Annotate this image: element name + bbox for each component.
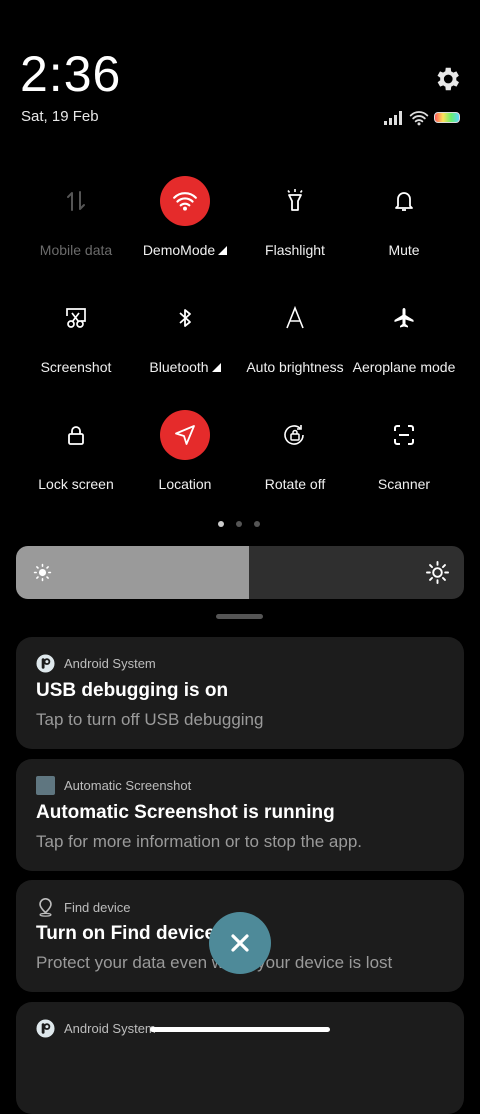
notification-card[interactable]: Android System USB debugging is on Tap t… bbox=[16, 637, 464, 749]
signal-icon bbox=[384, 111, 402, 125]
tile-label: Rotate off bbox=[240, 476, 350, 492]
notification-card[interactable]: Android System bbox=[16, 1002, 464, 1114]
tile-label: Location bbox=[130, 476, 240, 492]
tile-flashlight[interactable]: Flashlight bbox=[240, 176, 350, 258]
tile-label-text: Lock screen bbox=[38, 476, 114, 492]
tile-label: Screenshot bbox=[21, 359, 131, 375]
notification-app-row: Android System bbox=[36, 654, 156, 673]
settings-gear-icon[interactable] bbox=[432, 64, 462, 94]
tile-label-text: Screenshot bbox=[40, 359, 112, 375]
tile-label-text: Scanner bbox=[377, 476, 431, 492]
notification-title: Automatic Screenshot is running bbox=[36, 802, 335, 823]
rotate-lock-icon bbox=[270, 410, 320, 460]
automatic-screenshot-icon bbox=[36, 776, 55, 795]
tile-label: Auto brightness bbox=[240, 359, 350, 375]
notification-body: Tap for more information or to stop the … bbox=[36, 832, 363, 851]
tile-label: Mute bbox=[349, 242, 459, 258]
tile-label-text: Bluetooth bbox=[149, 359, 209, 375]
tile-label: Lock screen bbox=[21, 476, 131, 492]
notification-title: Turn on Find device bbox=[36, 923, 216, 944]
tile-label: Aeroplane mode bbox=[349, 359, 459, 375]
tile-label: Mobile data bbox=[21, 242, 131, 258]
screenshot-icon bbox=[51, 293, 101, 343]
tile-label-text: Auto brightness bbox=[246, 359, 344, 375]
auto-brightness-icon bbox=[270, 293, 320, 343]
tile-label: Flashlight bbox=[240, 242, 350, 258]
tile-demomode[interactable]: DemoMode bbox=[130, 176, 240, 258]
mobile-data-icon bbox=[51, 176, 101, 226]
bell-icon bbox=[379, 176, 429, 226]
tile-mute[interactable]: Mute bbox=[349, 176, 459, 258]
tile-label: DemoMode bbox=[130, 242, 240, 258]
notification-app-row: Automatic Screenshot bbox=[36, 776, 191, 795]
clock[interactable]: 2:36 bbox=[20, 46, 121, 102]
tile-mobile-data[interactable]: Mobile data bbox=[21, 176, 131, 258]
notification-app-name: Automatic Screenshot bbox=[64, 778, 192, 793]
location-icon bbox=[160, 410, 210, 460]
airplane-icon bbox=[379, 293, 429, 343]
close-icon bbox=[231, 934, 249, 952]
tile-label-text: Rotate off bbox=[264, 476, 326, 492]
tile-screenshot[interactable]: Screenshot bbox=[21, 293, 131, 375]
brightness-high-icon bbox=[426, 561, 449, 584]
android-system-icon bbox=[36, 654, 55, 673]
tile-label-text: Flashlight bbox=[265, 242, 325, 258]
home-indicator[interactable] bbox=[150, 1027, 330, 1032]
bluetooth-icon bbox=[160, 293, 210, 343]
drag-handle[interactable] bbox=[216, 614, 263, 619]
tile-scanner[interactable]: Scanner bbox=[349, 410, 459, 492]
brightness-slider[interactable] bbox=[16, 546, 464, 599]
tile-bluetooth[interactable]: Bluetooth bbox=[130, 293, 240, 375]
tile-label-text: DemoMode bbox=[142, 242, 216, 258]
tile-aeroplane-mode[interactable]: Aeroplane mode bbox=[349, 293, 459, 375]
notification-body: Tap to turn off USB debugging bbox=[36, 710, 264, 729]
expand-arrow-icon bbox=[218, 246, 228, 255]
page-dot bbox=[254, 521, 260, 527]
find-device-icon bbox=[39, 897, 52, 917]
tile-label-text: Mute bbox=[388, 242, 420, 258]
android-system-icon bbox=[36, 1019, 55, 1038]
page-dot bbox=[218, 521, 224, 527]
tile-label: Scanner bbox=[349, 476, 459, 492]
tile-location[interactable]: Location bbox=[130, 410, 240, 492]
battery-icon bbox=[434, 112, 460, 123]
clear-all-button[interactable] bbox=[209, 912, 271, 974]
wifi-icon bbox=[160, 176, 210, 226]
notification-title: USB debugging is on bbox=[36, 680, 229, 701]
date[interactable]: Sat, 19 Feb bbox=[21, 108, 99, 125]
tile-lock-screen[interactable]: Lock screen bbox=[21, 410, 131, 492]
expand-arrow-icon bbox=[211, 363, 221, 372]
brightness-low-icon bbox=[33, 563, 52, 582]
lock-icon bbox=[51, 410, 101, 460]
tile-label-text: Location bbox=[158, 476, 212, 492]
tile-rotate-off[interactable]: Rotate off bbox=[240, 410, 350, 492]
tile-label-text: Mobile data bbox=[39, 242, 113, 258]
notification-app-name: Find device bbox=[64, 899, 131, 915]
notification-card[interactable]: Automatic Screenshot Automatic Screensho… bbox=[16, 759, 464, 871]
tile-label-text: Aeroplane mode bbox=[352, 359, 456, 375]
notification-app-row: Find device bbox=[36, 897, 130, 917]
notification-app-row: Android System bbox=[36, 1019, 156, 1038]
notification-app-name: Android System bbox=[64, 1021, 156, 1036]
page-dot bbox=[236, 521, 242, 527]
tile-auto-brightness[interactable]: Auto brightness bbox=[240, 293, 350, 375]
page-indicator bbox=[218, 521, 260, 527]
notification-app-name: Android System bbox=[64, 656, 156, 671]
flashlight-icon bbox=[270, 176, 320, 226]
tile-label: Bluetooth bbox=[130, 359, 240, 375]
wifi-status-icon bbox=[409, 111, 429, 126]
scanner-icon bbox=[379, 410, 429, 460]
